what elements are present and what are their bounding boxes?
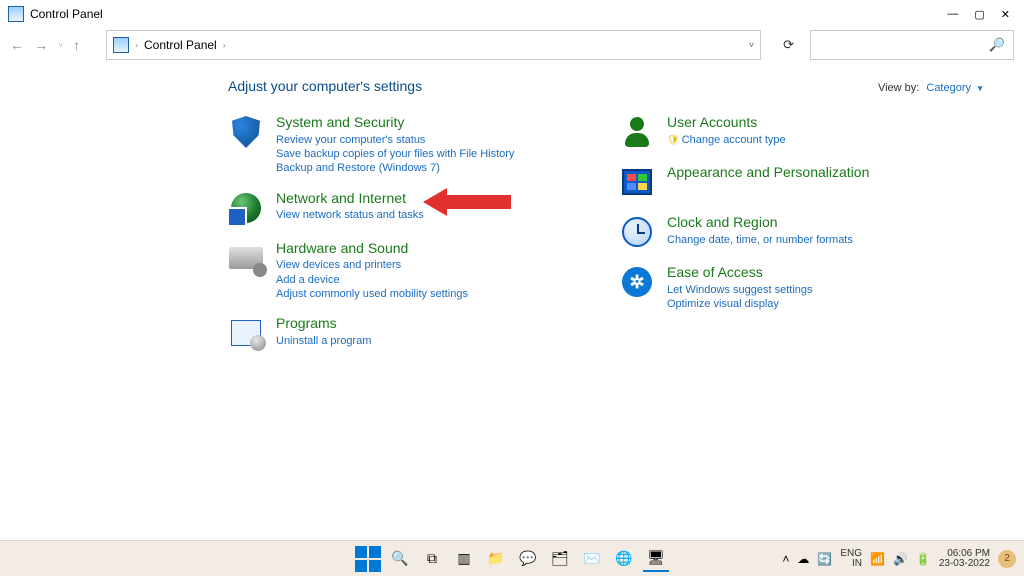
category-title-network-internet[interactable]: Network and Internet [276,190,406,206]
search-icon: 🔍 [989,37,1005,53]
control-panel-icon [8,6,24,22]
left-column: System and Security Review your computer… [228,114,593,365]
window-title: Control Panel [30,7,103,21]
clock[interactable]: 06:06 PM 23-03-2022 [939,549,990,569]
back-button[interactable]: ← [10,37,24,53]
shield-icon [228,114,264,150]
link-optimize-visual[interactable]: Optimize visual display [667,297,984,311]
taskbar-center: 🔍 ⧉ ▥ 📁 💬 🗂 ✉️ 🌐 🖥 [355,546,669,572]
up-button[interactable]: ↑ [73,37,80,53]
chevron-right-icon: › [223,40,226,50]
refresh-button[interactable]: ⟳ [773,37,804,53]
link-add-device[interactable]: Add a device [276,273,593,287]
link-review-status[interactable]: Review your computer's status [276,133,593,147]
search-input[interactable]: 🔍 [810,30,1014,60]
link-devices-printers[interactable]: View devices and printers [276,258,593,272]
globe-icon [228,190,264,226]
control-panel-taskbar-button[interactable]: 🖥 [643,546,669,572]
category-title-hardware-sound[interactable]: Hardware and Sound [276,240,408,256]
category-user-accounts: User Accounts Change account type [619,114,984,150]
language-indicator[interactable]: ENG IN [840,549,862,569]
view-by-control[interactable]: View by: Category ▼ [878,82,984,94]
language-primary: ENG [840,549,862,559]
navigation-row: ← → ˅ ↑ › Control Panel › ˅ ⟳ 🔍 [0,28,1024,62]
link-date-time-formats[interactable]: Change date, time, or number formats [667,233,984,247]
mail-button[interactable]: ✉️ [579,546,605,572]
category-system-security: System and Security Review your computer… [228,114,593,176]
link-windows-suggest[interactable]: Let Windows suggest settings [667,283,984,297]
explorer-button[interactable]: 📁 [483,546,509,572]
titlebar-left: Control Panel [8,6,103,22]
category-title-appearance[interactable]: Appearance and Personalization [667,164,869,180]
nav-arrows: ← → ˅ ↑ [10,37,100,53]
content-area: Adjust your computer's settings View by:… [228,78,984,365]
category-ease-of-access: ✲ Ease of Access Let Windows suggest set… [619,264,984,311]
page-title: Adjust your computer's settings [228,78,422,94]
right-column: User Accounts Change account type Appear… [619,114,984,365]
category-columns: System and Security Review your computer… [228,114,984,365]
widgets-button[interactable]: ▥ [451,546,477,572]
clock-icon [619,214,655,250]
category-title-system-security[interactable]: System and Security [276,114,404,130]
appearance-icon [619,164,655,200]
tray-time: 06:06 PM [939,549,990,559]
wifi-icon[interactable]: 📶 [870,552,885,566]
teams-button[interactable]: 💬 [515,546,541,572]
system-tray: ˄ ☁ 🔄 ENG IN 📶 🔊 🔋 06:06 PM 23-03-2022 2 [782,549,1016,569]
language-region: IN [840,559,862,569]
taskbar: 🔍 ⧉ ▥ 📁 💬 🗂 ✉️ 🌐 🖥 ˄ ☁ 🔄 ENG IN 📶 🔊 🔋 06… [0,540,1024,576]
start-button[interactable] [355,546,381,572]
sync-icon[interactable]: 🔄 [817,552,832,566]
category-title-programs[interactable]: Programs [276,315,337,331]
link-uninstall[interactable]: Uninstall a program [276,334,593,348]
forward-button[interactable]: → [34,37,48,53]
address-bar[interactable]: › Control Panel › ˅ [106,30,761,60]
address-dropdown-button[interactable]: ˅ [749,40,754,50]
view-by-label: View by: [878,82,919,94]
view-by-value: Category [926,82,971,94]
task-view-button[interactable]: ⧉ [419,546,445,572]
address-icon [113,37,129,53]
printer-icon [228,240,264,276]
onedrive-icon[interactable]: ☁ [797,552,809,566]
volume-icon[interactable]: 🔊 [893,552,908,566]
chevron-down-icon: ▼ [976,84,984,93]
recent-locations-button[interactable]: ˅ [58,40,63,50]
tray-date: 23-03-2022 [939,559,990,569]
user-icon [619,114,655,150]
link-mobility-settings[interactable]: Adjust commonly used mobility settings [276,287,593,301]
link-network-status[interactable]: View network status and tasks [276,208,593,222]
maximize-button[interactable]: ▢ [974,8,984,21]
window-controls: — ▢ ✕ [947,8,1016,21]
link-change-account-type[interactable]: Change account type [667,133,984,147]
content-header: Adjust your computer's settings View by:… [228,78,984,94]
category-network-internet: Network and Internet View network status… [228,190,593,226]
category-hardware-sound: Hardware and Sound View devices and prin… [228,240,593,302]
breadcrumb[interactable]: Control Panel [144,38,217,52]
category-title-ease-of-access[interactable]: Ease of Access [667,264,763,280]
titlebar: Control Panel — ▢ ✕ [0,0,1024,28]
link-backup-restore[interactable]: Backup and Restore (Windows 7) [276,161,593,175]
search-button[interactable]: 🔍 [387,546,413,572]
tray-overflow-button[interactable]: ˄ [782,552,789,566]
app-button-1[interactable]: 🗂 [547,546,573,572]
chevron-right-icon: › [135,40,138,50]
minimize-button[interactable]: — [947,8,958,20]
chrome-button[interactable]: 🌐 [611,546,637,572]
category-clock-region: Clock and Region Change date, time, or n… [619,214,984,250]
close-button[interactable]: ✕ [1001,8,1010,21]
category-title-clock-region[interactable]: Clock and Region [667,214,778,230]
link-file-history[interactable]: Save backup copies of your files with Fi… [276,147,593,161]
category-title-user-accounts[interactable]: User Accounts [667,114,757,130]
category-programs: Programs Uninstall a program [228,315,593,351]
battery-icon[interactable]: 🔋 [916,552,931,566]
category-appearance-personalization: Appearance and Personalization [619,164,984,200]
programs-icon [228,315,264,351]
notifications-badge[interactable]: 2 [998,550,1016,568]
accessibility-icon: ✲ [619,264,655,300]
